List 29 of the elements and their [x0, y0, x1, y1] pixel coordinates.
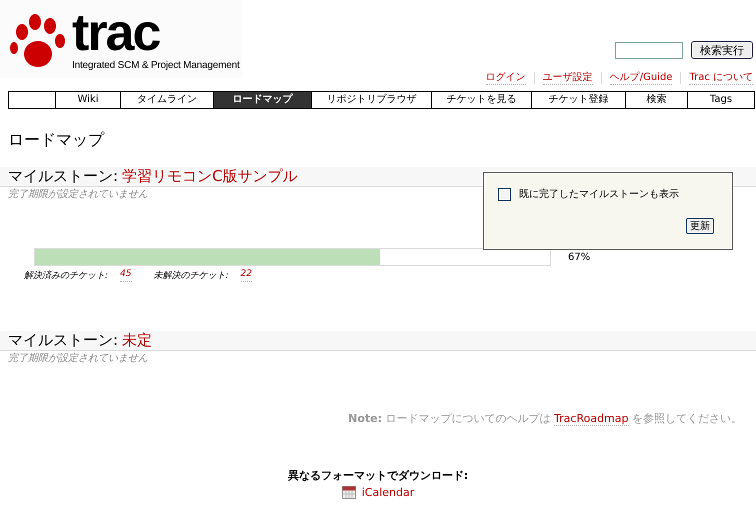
meta-nav-link[interactable]: ヘルプ/Guide	[610, 70, 672, 85]
meta-nav-link[interactable]: ログイン	[486, 70, 526, 85]
search-field[interactable]	[615, 42, 683, 58]
page-title: ロードマップ	[8, 130, 106, 150]
logo-tagline: Integrated SCM & Project Management	[72, 60, 240, 71]
milestone-link[interactable]: 学習リモコンC版サンプル	[122, 167, 298, 186]
due-date-text: 完了期限が設定されていません	[8, 188, 148, 201]
calendar-icon	[342, 486, 356, 499]
milestone-label: マイルストーン:	[8, 167, 118, 186]
update-button[interactable]: 更新	[686, 218, 714, 234]
ticket-count-link[interactable]: 45	[120, 269, 132, 282]
icalendar-link[interactable]: iCalendar	[362, 486, 414, 499]
search-button[interactable]: 検索実行	[691, 41, 753, 59]
logo-wordmark: trac	[72, 8, 160, 58]
ticket-count-link[interactable]: 22	[240, 269, 252, 282]
help-link[interactable]: TracRoadmap	[554, 412, 628, 426]
progress-percent: 67%	[568, 252, 590, 262]
meta-nav-link[interactable]: ユーザ設定	[542, 70, 593, 85]
meta-nav-link[interactable]: Trac について	[689, 70, 753, 85]
checkbox-label[interactable]: 既に完了したマイルストーンも表示	[519, 187, 679, 201]
milestone-link[interactable]: 未定	[122, 331, 152, 350]
ticket-stat-label: 解決済みのチケット:	[24, 270, 108, 282]
ticket-stat-label: 未解決のチケット:	[154, 270, 229, 282]
milestone-label: マイルストーン:	[8, 331, 118, 350]
checkbox[interactable]	[498, 188, 511, 200]
download-title: 異なるフォーマットでダウンロード:	[288, 468, 468, 483]
nav-tab[interactable]: ロードマップ	[213, 92, 311, 108]
help-note: Note: ロードマップについてのヘルプは TracRoadmap を参照してください。	[347, 411, 742, 426]
due-date-text: 完了期限が設定されていません	[8, 352, 148, 365]
